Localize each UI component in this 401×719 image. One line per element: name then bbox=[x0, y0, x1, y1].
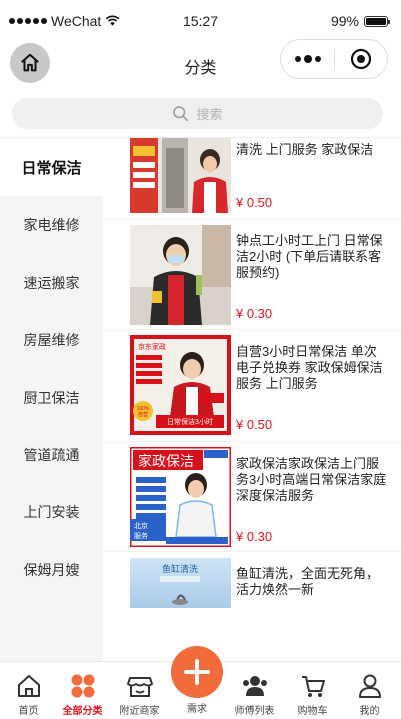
search-input[interactable]: 搜索 bbox=[12, 98, 383, 129]
sidebar-item-house-repair[interactable]: 房屋维修 bbox=[0, 311, 103, 369]
product-title: 家政保洁家政保洁上门服务3小时高端日常保洁家庭深度保洁服务 bbox=[236, 456, 387, 503]
product-image-badge-bottom: 自营 bbox=[138, 411, 148, 418]
product-title: 清洗 上门服务 家政保洁 bbox=[236, 142, 374, 157]
sidebar-item-moving[interactable]: 速运搬家 bbox=[0, 254, 103, 312]
product-image bbox=[130, 225, 231, 325]
product-image: 鱼缸清洗 bbox=[130, 558, 231, 608]
tab-me[interactable]: 我的 bbox=[341, 662, 398, 719]
product-card[interactable]: 钟点工小时工上门 日常保洁2小时 (下单后请联系客服预约) ¥ 0.30 bbox=[103, 219, 401, 330]
target-close-icon bbox=[350, 48, 372, 70]
search-placeholder: 搜索 bbox=[196, 107, 223, 122]
sidebar-item-daily-cleaning[interactable]: 日常保洁 bbox=[0, 138, 103, 196]
tab-label: 附近商家 bbox=[119, 706, 160, 717]
product-card[interactable]: 清洗 上门服务 家政保洁 ¥ 0.50 bbox=[103, 138, 401, 220]
tab-label: 首页 bbox=[18, 706, 39, 717]
grid-dots-icon bbox=[71, 674, 94, 698]
tab-nearby-merchants[interactable]: 附近商家 bbox=[111, 662, 168, 719]
tab-master-list[interactable]: 师傅列表 bbox=[226, 662, 283, 719]
battery-fill bbox=[366, 17, 386, 25]
store-icon bbox=[126, 677, 153, 697]
more-dots-icon bbox=[294, 55, 321, 63]
post-demand-button[interactable] bbox=[171, 646, 223, 698]
nav-bar: 分类 bbox=[0, 34, 401, 92]
tab-home[interactable]: 首页 bbox=[0, 662, 57, 719]
battery-icon bbox=[364, 15, 390, 27]
status-right: 99% bbox=[330, 13, 390, 29]
product-image-brand: 京东家政 bbox=[138, 342, 166, 351]
product-image-city: 北京 bbox=[134, 521, 148, 530]
product-image: 家政保洁 北京 服务 bbox=[130, 447, 231, 547]
tab-label: 购物车 bbox=[297, 706, 328, 717]
product-image-banner: 日常保洁3小时 bbox=[167, 417, 213, 426]
tab-label-demand: 需求 bbox=[187, 704, 207, 715]
search-icon bbox=[173, 106, 189, 122]
status-bar: WeChat 15:27 99% bbox=[0, 0, 401, 34]
plus-icon bbox=[184, 659, 210, 685]
more-button[interactable] bbox=[281, 40, 334, 78]
product-price: ¥ 0.50 bbox=[236, 417, 273, 432]
sidebar-item-pipe-dredge[interactable]: 管道疏通 bbox=[0, 426, 103, 484]
product-title: 鱼缸清洗，全面无死角，活力焕然一新 bbox=[236, 566, 380, 597]
product-price: ¥ 0.30 bbox=[236, 529, 273, 544]
sidebar-item-appliance-repair[interactable]: 家电维修 bbox=[0, 196, 103, 254]
search-area: 搜索 bbox=[0, 92, 401, 138]
sidebar-item-kitchen-bath[interactable]: 厨卫保洁 bbox=[0, 369, 103, 427]
miniprogram-capsule bbox=[280, 39, 388, 79]
product-price: ¥ 0.50 bbox=[236, 195, 273, 210]
tab-all-categories[interactable]: 全部分类 bbox=[54, 662, 111, 719]
battery-percent: 99% bbox=[330, 13, 359, 29]
product-image bbox=[130, 138, 231, 213]
product-price: ¥ 0.30 bbox=[236, 306, 273, 321]
close-button[interactable] bbox=[335, 40, 387, 78]
tab-bar: 首页 全部分类 附近商家 需求 师傅列表 购物车 我的 bbox=[0, 646, 401, 719]
people-icon bbox=[242, 676, 267, 696]
cart-icon bbox=[301, 676, 325, 697]
product-list: 清洗 上门服务 家政保洁 ¥ 0.50 钟点工小时工上门 日常保洁2小时 (下单… bbox=[103, 138, 401, 661]
product-image-service: 服务 bbox=[134, 531, 148, 540]
sidebar-item-nanny[interactable]: 保姆月嫂 bbox=[0, 541, 103, 599]
product-card[interactable]: 京东家政 100% 自营 日常保洁3小时 自营3小时日常保洁 单次电子兑换券 家… bbox=[103, 330, 401, 442]
tab-cart[interactable]: 购物车 bbox=[284, 662, 341, 719]
user-icon bbox=[358, 674, 381, 698]
product-image-heading: 家政保洁 bbox=[138, 453, 194, 469]
tab-label: 我的 bbox=[359, 706, 380, 717]
home-icon bbox=[17, 675, 40, 697]
tab-label: 师傅列表 bbox=[234, 706, 275, 717]
tab-label: 全部分类 bbox=[62, 706, 103, 717]
sidebar-item-installation[interactable]: 上门安装 bbox=[0, 483, 103, 541]
category-sidebar: 日常保洁 家电维修 速运搬家 房屋维修 厨卫保洁 管道疏通 上门安装 保姆月嫂 bbox=[0, 138, 103, 661]
product-card[interactable]: 家政保洁 北京 服务 家政保洁家政保洁上门服务3小时高端日常保洁家庭深度保洁服务… bbox=[103, 442, 401, 552]
product-title: 自营3小时日常保洁 单次电子兑换券 家政保姆保洁服务 上门服务 bbox=[236, 344, 383, 391]
product-title: 钟点工小时工上门 日常保洁2小时 (下单后请联系客服预约) bbox=[236, 233, 383, 280]
product-card[interactable]: 鱼缸清洗 鱼缸清洗，全面无死角，活力焕然一新 bbox=[103, 552, 401, 661]
product-image: 京东家政 100% 自营 日常保洁3小时 bbox=[130, 335, 231, 435]
product-image-heading: 鱼缸清洗 bbox=[162, 563, 198, 574]
